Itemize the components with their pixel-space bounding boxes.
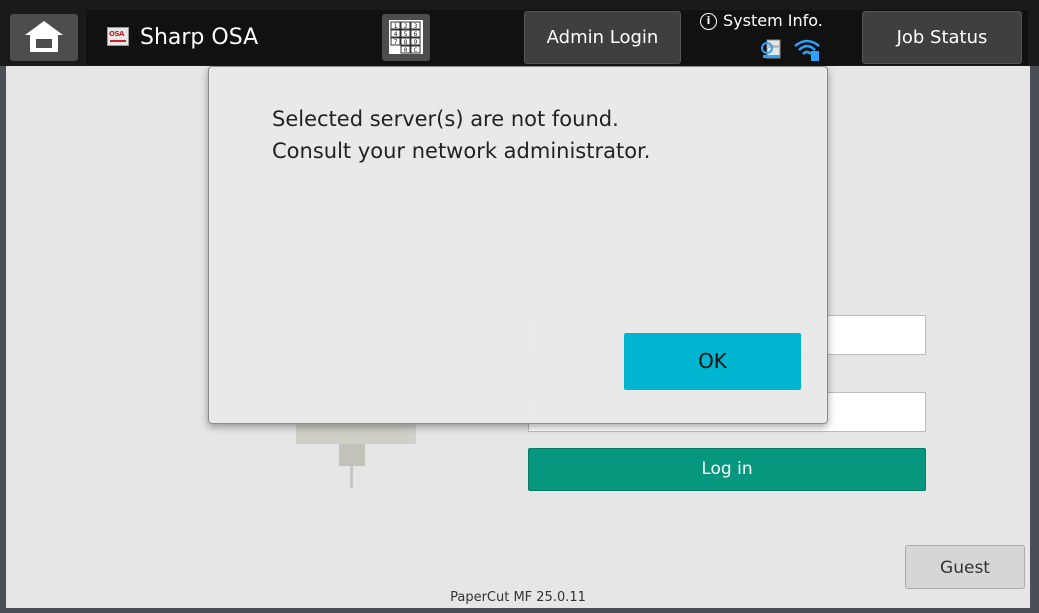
home-icon xyxy=(25,21,63,52)
keypad-key-label: 3 xyxy=(414,23,418,30)
login-button[interactable]: Log in xyxy=(528,448,926,491)
dialog-message-line1: Selected server(s) are not found. xyxy=(272,107,619,131)
keypad-key-label: 0 xyxy=(404,47,408,54)
home-button[interactable] xyxy=(10,14,78,61)
osa-app-icon: OSA xyxy=(107,27,129,46)
keypad-key-label: C xyxy=(414,47,418,54)
keypad-key-label: 1 xyxy=(394,23,398,30)
keypad-key-label: 7 xyxy=(394,39,398,46)
wifi-icon xyxy=(794,39,820,61)
keypad-key-label: 4 xyxy=(394,31,398,38)
guest-button[interactable]: Guest xyxy=(905,545,1025,589)
keypad-key-label: 6 xyxy=(414,31,418,38)
info-icon: i xyxy=(700,13,717,30)
keypad-key-label: 8 xyxy=(404,39,408,46)
keypad-key-label: 2 xyxy=(404,23,408,30)
version-text: PaperCut MF 25.0.11 xyxy=(450,590,586,605)
ok-button[interactable]: OK xyxy=(624,333,801,390)
dialog-message-line2: Consult your network administrator. xyxy=(272,139,651,163)
system-info-button[interactable]: i System Info. xyxy=(700,10,823,32)
device-illustration-base xyxy=(296,426,407,444)
device-illustration-stem xyxy=(339,444,365,466)
job-status-button[interactable]: Job Status xyxy=(862,11,1022,64)
dialog-message: Selected server(s) are not found. Consul… xyxy=(272,103,650,167)
keypad-key-label: 5 xyxy=(404,31,408,38)
keypad-button[interactable]: 123 456 7890C xyxy=(382,14,430,61)
keypad-key-label: 9 xyxy=(414,39,418,46)
admin-login-button[interactable]: Admin Login xyxy=(524,11,681,64)
system-info-label: System Info. xyxy=(723,11,823,30)
bottom-frame xyxy=(0,608,1039,613)
error-dialog: Selected server(s) are not found. Consul… xyxy=(208,66,828,424)
osa-icon-text: OSA xyxy=(109,30,124,38)
device-illustration-stick xyxy=(350,466,353,488)
printer-status-icon xyxy=(761,39,781,59)
app-title: Sharp OSA xyxy=(140,25,259,50)
keypad-icon: 1 2 3 4 5 6 7 8 90 C xyxy=(389,20,423,54)
